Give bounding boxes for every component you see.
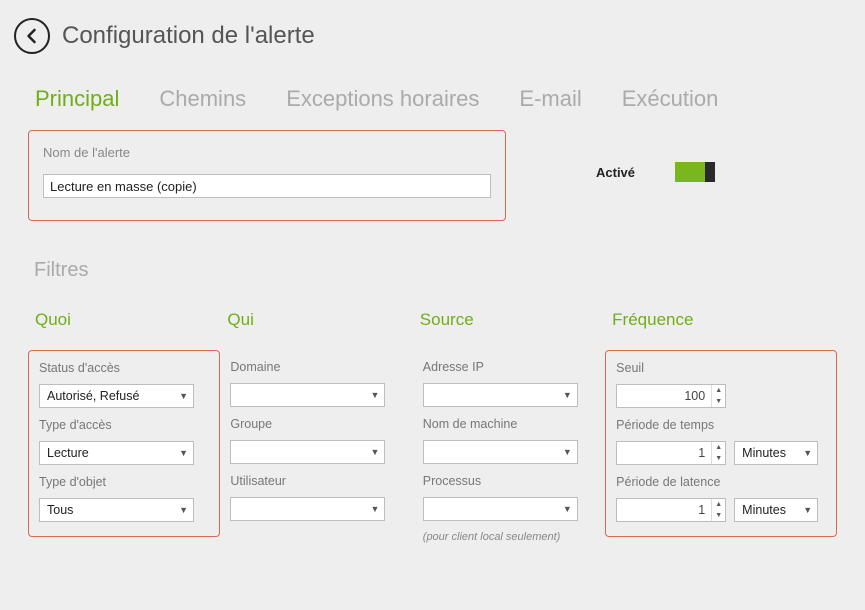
type-acces-value: Lecture [47, 446, 89, 460]
tab-email[interactable]: E-mail [519, 86, 581, 112]
periode-temps-value: 1 [617, 446, 711, 460]
chevron-down-icon: ▼ [179, 391, 188, 401]
source-group: Adresse IP ▼ Nom de machine ▼ Processus [413, 350, 605, 557]
periode-latence-up-button[interactable]: ▲ [712, 499, 725, 510]
periode-temps-label: Période de temps [616, 418, 826, 432]
periode-latence-unit-value: Minutes [742, 503, 786, 517]
adresse-ip-label: Adresse IP [423, 360, 595, 374]
periode-temps-down-button[interactable]: ▼ [712, 453, 725, 464]
chevron-down-icon: ▼ [370, 447, 379, 457]
alert-name-group: Nom de l'alerte [28, 130, 506, 221]
domaine-combo[interactable]: ▼ [230, 383, 385, 407]
type-acces-combo[interactable]: Lecture ▼ [39, 441, 194, 465]
column-title-frequence: Fréquence [612, 310, 837, 330]
seuil-down-button[interactable]: ▼ [712, 396, 725, 407]
chevron-down-icon: ▼ [370, 504, 379, 514]
type-objet-value: Tous [47, 503, 73, 517]
tab-exceptions-horaires[interactable]: Exceptions horaires [286, 86, 479, 112]
seuil-stepper[interactable]: 100 ▲ ▼ [616, 384, 726, 408]
toggle-knob [705, 162, 715, 182]
domaine-label: Domaine [230, 360, 402, 374]
arrow-left-icon [23, 27, 41, 45]
chevron-down-icon: ▼ [563, 447, 572, 457]
tab-principal[interactable]: Principal [35, 86, 119, 112]
processus-combo[interactable]: ▼ [423, 497, 578, 521]
column-title-qui: Qui [227, 310, 412, 330]
tabs: Principal Chemins Exceptions horaires E-… [0, 64, 865, 130]
groupe-combo[interactable]: ▼ [230, 440, 385, 464]
page-title: Configuration de l'alerte [62, 22, 315, 50]
processus-label: Processus [423, 474, 595, 488]
periode-temps-up-button[interactable]: ▲ [712, 442, 725, 453]
frequence-group: Seuil 100 ▲ ▼ Période de temps 1 [605, 350, 837, 537]
nom-machine-combo[interactable]: ▼ [423, 440, 578, 464]
nom-machine-label: Nom de machine [423, 417, 595, 431]
tab-execution[interactable]: Exécution [622, 86, 719, 112]
type-acces-label: Type d'accès [39, 418, 209, 432]
chevron-down-icon: ▼ [370, 390, 379, 400]
chevron-down-icon: ▼ [803, 448, 812, 458]
enabled-label: Activé [596, 165, 635, 180]
periode-latence-unit-combo[interactable]: Minutes ▼ [734, 498, 818, 522]
enabled-toggle[interactable] [675, 162, 715, 182]
column-title-source: Source [420, 310, 605, 330]
seuil-value: 100 [617, 389, 711, 403]
groupe-label: Groupe [230, 417, 402, 431]
quoi-group: Status d'accès Autorisé, Refusé ▼ Type d… [28, 350, 220, 537]
status-acces-label: Status d'accès [39, 361, 209, 375]
seuil-label: Seuil [616, 361, 826, 375]
filters-heading: Filtres [34, 259, 837, 282]
seuil-up-button[interactable]: ▲ [712, 385, 725, 396]
column-title-quoi: Quoi [35, 310, 220, 330]
back-button[interactable] [14, 18, 50, 54]
tab-chemins[interactable]: Chemins [159, 86, 246, 112]
type-objet-combo[interactable]: Tous ▼ [39, 498, 194, 522]
adresse-ip-combo[interactable]: ▼ [423, 383, 578, 407]
periode-latence-stepper[interactable]: 1 ▲ ▼ [616, 498, 726, 522]
utilisateur-label: Utilisateur [230, 474, 402, 488]
chevron-down-icon: ▼ [563, 504, 572, 514]
chevron-down-icon: ▼ [803, 505, 812, 515]
status-acces-value: Autorisé, Refusé [47, 389, 139, 403]
periode-latence-down-button[interactable]: ▼ [712, 510, 725, 521]
source-note: (pour client local seulement) [423, 531, 595, 543]
type-objet-label: Type d'objet [39, 475, 209, 489]
utilisateur-combo[interactable]: ▼ [230, 497, 385, 521]
status-acces-combo[interactable]: Autorisé, Refusé ▼ [39, 384, 194, 408]
periode-temps-stepper[interactable]: 1 ▲ ▼ [616, 441, 726, 465]
chevron-down-icon: ▼ [179, 448, 188, 458]
chevron-down-icon: ▼ [179, 505, 188, 515]
periode-temps-unit-value: Minutes [742, 446, 786, 460]
periode-temps-unit-combo[interactable]: Minutes ▼ [734, 441, 818, 465]
periode-latence-value: 1 [617, 503, 711, 517]
alert-name-label: Nom de l'alerte [43, 145, 491, 160]
periode-latence-label: Période de latence [616, 475, 826, 489]
qui-group: Domaine ▼ Groupe ▼ Utilisateur [220, 350, 412, 535]
chevron-down-icon: ▼ [563, 390, 572, 400]
alert-name-input[interactable] [43, 174, 491, 198]
